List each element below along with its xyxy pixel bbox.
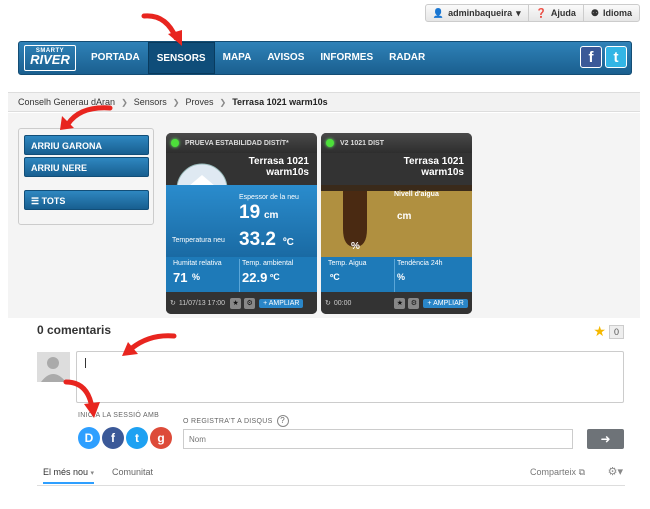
card-title: PRUEVA ESTABILIDAD DIST/T*: [185, 139, 289, 147]
chevron-right-icon: ❯: [172, 97, 180, 107]
help-icon: ❓: [535, 7, 547, 18]
submit-arrow-button[interactable]: ➜: [587, 429, 624, 449]
language-icon: ⚉: [590, 7, 599, 18]
top-bar: 👤 adminbaqueira ▾ ❓ Ajuda ⚉ Idioma: [0, 0, 650, 26]
recommend-box[interactable]: ★ 0: [593, 323, 624, 340]
snow-temp-value: 33.2: [239, 229, 276, 250]
chevron-down-icon: ▾: [90, 470, 95, 477]
comments-tabs: El més nou ▾ Comunitat Comparteix ⧉ ⚙▾: [37, 462, 625, 486]
sensor-card-water[interactable]: V2 1021 DIST Terrasa 1021 warm10s Nivell…: [321, 133, 472, 314]
sensor-groups-panel: ARRIU GARONA ARRIU NERE ☰ TOTS: [18, 128, 154, 225]
twitter-icon[interactable]: t: [126, 427, 148, 449]
breadcrumb-item[interactable]: Proves: [186, 97, 214, 107]
smarty-river-logo[interactable]: SMARTY RIVER: [24, 45, 76, 71]
settings-gear-icon[interactable]: ⚙▾: [608, 465, 623, 478]
sensor-name: Terrasa 1021 warm10s: [248, 156, 309, 178]
group-arriu-nere[interactable]: ARRIU NERE: [24, 157, 149, 177]
settings-gear-icon[interactable]: ⚙: [408, 297, 420, 309]
breadcrumb-current: Terrasa 1021 warm10s: [232, 97, 328, 107]
status-led: [326, 139, 334, 147]
user-name: adminbaqueira: [448, 8, 513, 18]
status-led: [171, 139, 179, 147]
nav-mapa[interactable]: MAPA: [215, 42, 260, 74]
red-arrow-annotation: [63, 379, 100, 418]
facebook-icon[interactable]: f: [102, 427, 124, 449]
share-link[interactable]: Comparteix ⧉: [530, 467, 585, 478]
share-icon: ⧉: [578, 467, 585, 477]
group-arriu-garona[interactable]: ARRIU GARONA: [24, 135, 149, 155]
refresh-icon[interactable]: ↻: [170, 299, 176, 307]
name-field[interactable]: [183, 429, 573, 449]
humidity-value: 71: [173, 270, 188, 285]
group-tots[interactable]: ☰ TOTS: [24, 190, 149, 210]
twitter-icon[interactable]: t: [605, 46, 627, 68]
refresh-icon[interactable]: ↻: [325, 299, 331, 307]
breadcrumb-item[interactable]: Sensors: [134, 97, 167, 107]
ambient-temp-value: 22.9: [242, 270, 268, 285]
help-icon[interactable]: ?: [276, 415, 289, 427]
chevron-right-icon: ❯: [121, 97, 128, 107]
chevron-right-icon: ❯: [219, 97, 227, 107]
help-link[interactable]: ❓ Ajuda: [529, 5, 584, 21]
user-menu: 👤 adminbaqueira ▾ ❓ Ajuda ⚉ Idioma: [424, 4, 640, 22]
chevron-down-icon: ▾: [516, 7, 521, 18]
expand-button[interactable]: + AMPLIAR: [423, 298, 468, 308]
facebook-icon[interactable]: f: [580, 46, 602, 68]
google-icon[interactable]: g: [150, 427, 172, 449]
card-title: V2 1021 DIST: [340, 139, 384, 147]
expand-button[interactable]: + AMPLIAR: [259, 298, 304, 308]
favorite-star-icon[interactable]: ★: [394, 297, 406, 309]
last-update-time: 00:00: [333, 299, 352, 307]
register-disqus-label: O REGISTRA'T A DISQUS ?: [183, 415, 289, 427]
login-providers: D f t g: [78, 427, 172, 449]
snow-depth-value: 19: [239, 202, 261, 223]
red-arrow-annotation: [60, 105, 113, 130]
nav-radar[interactable]: RADAR: [381, 42, 433, 74]
list-icon: ☰: [31, 196, 40, 206]
tab-newest[interactable]: El més nou ▾: [43, 467, 95, 484]
sensor-card-snow[interactable]: PRUEVA ESTABILIDAD DIST/T* Terrasa 1021 …: [166, 133, 317, 314]
red-arrow-annotation: [122, 333, 177, 356]
language-link[interactable]: ⚉ Idioma: [584, 5, 639, 21]
main-navbar: SMARTY RIVER PORTADA SENSORS MAPA AVISOS…: [18, 41, 632, 75]
river-bed-image: Nivell d'aigua cm %: [321, 185, 472, 257]
favorite-star-icon[interactable]: ★: [230, 297, 242, 309]
red-arrow-annotation: [141, 13, 182, 46]
disqus-icon[interactable]: D: [78, 427, 100, 449]
user-dropdown[interactable]: 👤 adminbaqueira ▾: [426, 5, 529, 21]
comments-count-title: 0 comentaris: [37, 323, 112, 337]
user-icon: 👤: [432, 7, 445, 18]
nav-informes[interactable]: INFORMES: [312, 42, 381, 74]
last-update-time: 11/07/13 17:00: [178, 299, 226, 307]
settings-gear-icon[interactable]: ⚙: [244, 297, 256, 309]
nav-avisos[interactable]: AVISOS: [259, 42, 312, 74]
star-icon[interactable]: ★: [593, 323, 606, 340]
recommend-count: 0: [608, 324, 624, 339]
tab-community[interactable]: Comunitat: [112, 467, 153, 477]
sensor-name: Terrasa 1021 warm10s: [403, 156, 464, 178]
